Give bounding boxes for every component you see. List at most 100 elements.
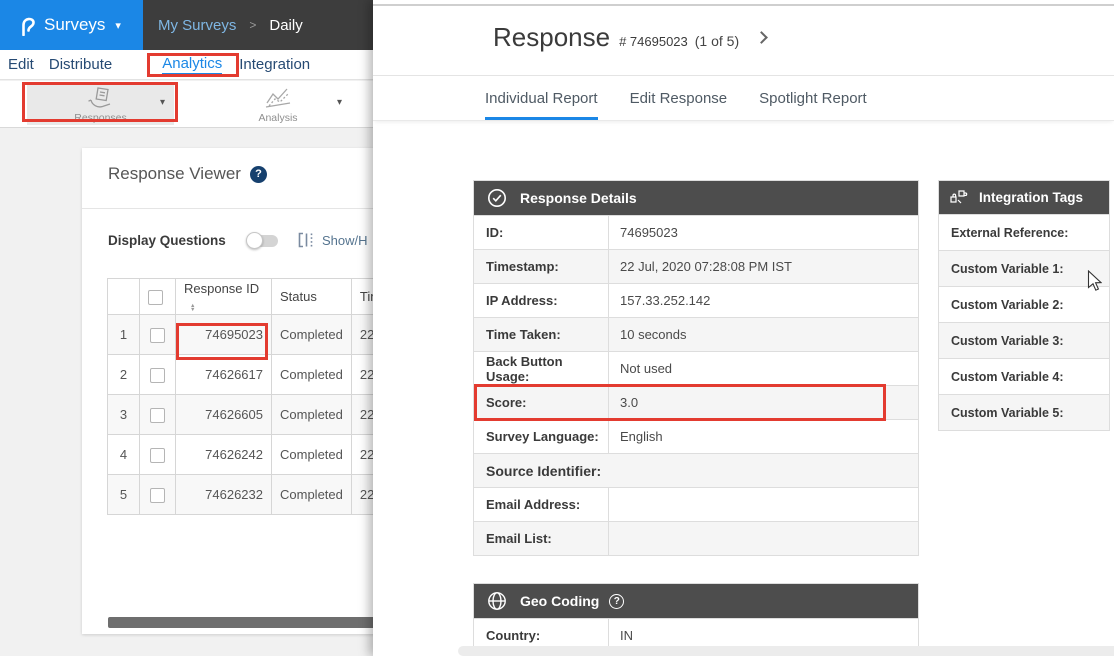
show-hide-columns-button[interactable]: Show/H <box>298 232 368 248</box>
toggle-knob[interactable] <box>246 232 263 249</box>
breadcrumb: My Surveys > Daily <box>158 0 303 50</box>
tab-spotlight-report[interactable]: Spotlight Report <box>759 76 867 120</box>
status-cell: Completed <box>272 475 352 515</box>
responses-label: Responses <box>27 112 174 124</box>
row-checkbox[interactable] <box>150 448 165 463</box>
divider <box>373 4 1114 6</box>
breadcrumb-survey-name[interactable]: Daily <box>269 17 302 34</box>
detail-row: Email List: <box>474 521 918 555</box>
detail-label: Score: <box>474 386 609 419</box>
drawer-tabs: Individual Report Edit Response Spotligh… <box>373 75 1114 121</box>
detail-label: Timestamp: <box>474 250 609 283</box>
ribbon-item-analysis[interactable]: ▾ Analysis <box>205 84 351 125</box>
response-id-link[interactable]: 74626232 <box>176 475 272 515</box>
detail-row: Time Taken: 10 seconds <box>474 317 918 351</box>
select-all-checkbox[interactable] <box>148 290 163 305</box>
status-header[interactable]: Status <box>272 279 352 315</box>
integration-row: Custom Variable 1: <box>939 250 1109 286</box>
detail-row: IP Address: 157.33.252.142 <box>474 283 918 317</box>
ribbon-item-responses[interactable]: ▾ Responses <box>27 84 174 125</box>
detail-label: Survey Language: <box>474 420 609 453</box>
response-details-header: Response Details <box>474 181 918 215</box>
detail-row: Survey Language: English <box>474 419 918 453</box>
detail-value: 3.0 <box>609 395 638 410</box>
geo-help-icon[interactable]: ? <box>609 594 624 609</box>
tab-individual-report[interactable]: Individual Report <box>485 76 598 120</box>
row-select-cell <box>140 475 176 515</box>
drawer-scroll-track[interactable] <box>458 646 1114 656</box>
row-checkbox[interactable] <box>150 408 165 423</box>
detail-label: IP Address: <box>474 284 609 317</box>
detail-value: Not used <box>609 361 672 376</box>
detail-label: Email List: <box>474 522 609 555</box>
geo-coding-panel: Geo Coding ? Country: IN <box>473 583 919 652</box>
integration-row: Custom Variable 2: <box>939 286 1109 322</box>
top-bar: Surveys ▾ My Surveys > Daily <box>0 0 373 50</box>
response-id-link[interactable]: 74626242 <box>176 435 272 475</box>
response-id-link[interactable]: 74626605 <box>176 395 272 435</box>
nav-item-integration[interactable]: Integration <box>239 56 310 73</box>
status-cell: Completed <box>272 395 352 435</box>
detail-row: Email Address: <box>474 487 918 521</box>
survey-nav-bar: Edit Distribute Analytics Integration <box>0 50 373 80</box>
detail-label: Email Address: <box>474 488 609 521</box>
detail-value: 74695023 <box>609 225 678 240</box>
status-cell: Completed <box>272 315 352 355</box>
analysis-label: Analysis <box>205 112 351 124</box>
show-hide-columns-icon <box>298 232 315 248</box>
detail-row: Back Button Usage: Not used <box>474 351 918 385</box>
detail-value: IN <box>609 628 633 643</box>
row-select-cell <box>140 315 176 355</box>
detail-label: Time Taken: <box>474 318 609 351</box>
display-questions-label: Display Questions <box>108 233 226 248</box>
detail-value: 10 seconds <box>609 327 687 342</box>
integration-row: External Reference: <box>939 214 1109 250</box>
analysis-caret-icon[interactable]: ▾ <box>337 97 342 108</box>
row-checkbox[interactable] <box>150 368 165 383</box>
detail-value: 157.33.252.142 <box>609 293 710 308</box>
row-number: 1 <box>108 315 140 355</box>
response-id-link[interactable]: 74695023 <box>176 315 272 355</box>
integration-label: Custom Variable 5: <box>939 395 1109 430</box>
nav-item-analytics[interactable]: Analytics <box>162 55 222 75</box>
response-id-header[interactable]: Response ID▲▼ <box>176 279 272 315</box>
integration-label: Custom Variable 1: <box>939 251 1109 286</box>
integration-row: Custom Variable 4: <box>939 358 1109 394</box>
row-number-header <box>108 279 140 315</box>
row-checkbox[interactable] <box>150 328 165 343</box>
sort-icon[interactable]: ▲▼ <box>190 304 195 312</box>
responses-icon <box>27 86 174 110</box>
product-menu[interactable]: Surveys ▾ <box>0 0 143 50</box>
next-response-chevron-icon[interactable] <box>755 31 768 44</box>
response-id-link[interactable]: 74626617 <box>176 355 272 395</box>
puzzle-icon <box>949 188 968 207</box>
breadcrumb-my-surveys[interactable]: My Surveys <box>158 17 236 34</box>
panel-title: Response Details <box>520 190 637 206</box>
display-questions-toggle[interactable] <box>248 235 278 247</box>
row-select-cell <box>140 435 176 475</box>
row-checkbox[interactable] <box>150 488 165 503</box>
panel-title: Geo Coding <box>520 593 599 609</box>
detail-value: 22 Jul, 2020 07:28:08 PM IST <box>609 259 792 274</box>
integration-label: External Reference: <box>939 215 1109 250</box>
questionpro-logo-icon <box>20 14 36 36</box>
check-circle-icon <box>487 188 507 208</box>
row-number: 5 <box>108 475 140 515</box>
page-title: Response Viewer <box>108 164 241 184</box>
help-icon[interactable]: ? <box>250 166 267 183</box>
tab-edit-response[interactable]: Edit Response <box>630 76 728 120</box>
panel-title: Integration Tags <box>979 190 1083 205</box>
analysis-icon <box>205 86 351 110</box>
detail-row-score: Score: 3.0 <box>474 385 918 419</box>
detail-row: Source Identifier: <box>474 453 918 487</box>
detail-row: ID: 74695023 <box>474 215 918 249</box>
integration-row: Custom Variable 3: <box>939 322 1109 358</box>
row-select-cell <box>140 355 176 395</box>
nav-item-distribute[interactable]: Distribute <box>49 56 112 73</box>
breadcrumb-separator: > <box>249 18 256 32</box>
responses-caret-icon[interactable]: ▾ <box>160 97 165 108</box>
response-position: (1 of 5) <box>695 33 739 49</box>
response-id-ref: # 74695023 <box>619 34 688 49</box>
detail-label: ID: <box>474 216 609 249</box>
nav-item-edit[interactable]: Edit <box>8 56 34 73</box>
